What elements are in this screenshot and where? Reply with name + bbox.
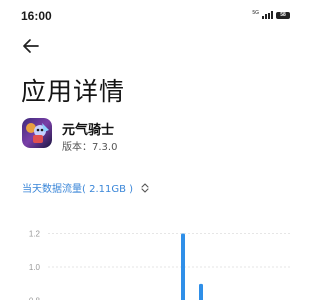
- chart-bar: [199, 283, 203, 300]
- app-version: 版本：7.3.0: [62, 142, 118, 153]
- usage-selector[interactable]: 当天数据流量( 2.11GB ): [22, 180, 149, 195]
- app-name: 元气骑士: [62, 123, 115, 138]
- app-summary: 元气骑士 版本：7.3.0: [22, 118, 282, 156]
- status-time: 16:00: [21, 9, 52, 23]
- chart-y-tick-label: 1.2: [29, 229, 41, 238]
- network-type: 5G: [252, 9, 259, 16]
- status-icons: 5G 58: [252, 10, 290, 20]
- signal-icon: [262, 11, 273, 19]
- sort-updown-icon: [141, 182, 149, 193]
- app-icon: [22, 118, 52, 148]
- usage-chart-svg: 1.2 1.0 0.8: [29, 229, 292, 300]
- usage-chart: 1.2 1.0 0.8: [0, 215, 300, 300]
- battery-level: 58: [280, 11, 286, 18]
- chart-y-tick-label: 0.8: [29, 297, 41, 300]
- arrow-left-icon: [23, 39, 39, 53]
- usage-label: 当天数据流量( 2.11GB ): [22, 184, 134, 195]
- battery-icon: 58: [276, 11, 290, 19]
- app-details-screen: 16:00 5G 58 应用详情 元气骑士 版本：7.3.0 当天数据流量(2…: [0, 0, 300, 300]
- page-title: 应用详情: [21, 77, 126, 106]
- chart-y-tick-label: 1.0: [29, 263, 41, 272]
- back-button[interactable]: [20, 36, 42, 56]
- status-bar: 16:00 5G 58: [0, 0, 300, 28]
- chart-bar: [181, 233, 185, 300]
